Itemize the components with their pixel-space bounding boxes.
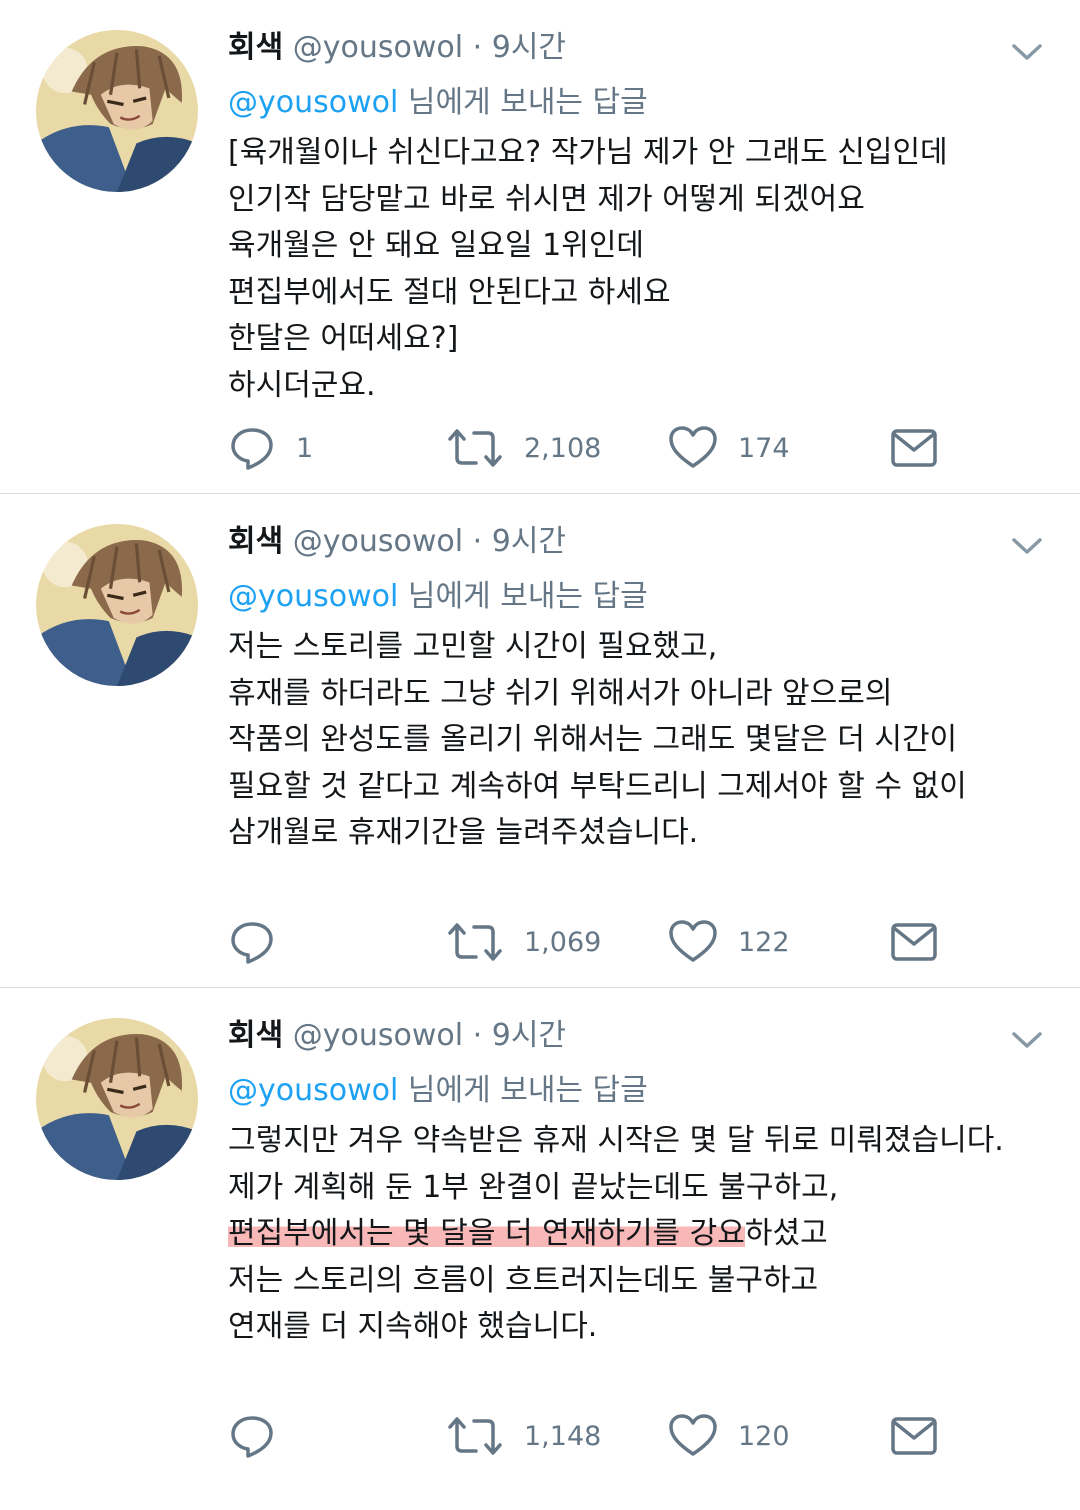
chevron-down-icon[interactable]	[1010, 1028, 1044, 1052]
tweet-text-line: 휴재를 하더라도 그냥 쉬기 위해서가 아니라 앞으로의	[228, 675, 893, 711]
reply-button[interactable]: 1	[228, 420, 313, 476]
reply-button[interactable]	[228, 914, 296, 970]
reply-context-text: 님에게 보내는 답글	[398, 1073, 648, 1108]
heart-icon	[669, 920, 717, 962]
tweet-text: [육개월이나 쉬신다고요? 작가님 제가 안 그래도 신입인데 인기작 담당맡고…	[228, 130, 948, 409]
display-name[interactable]: 회색	[228, 30, 283, 65]
reply-mention-link[interactable]: @yousowol	[228, 1073, 398, 1108]
tweet-header: 회색 @yousowol · 9시간	[228, 1016, 566, 1056]
envelope-icon	[891, 923, 937, 961]
reply-icon	[231, 428, 273, 470]
tweet[interactable]: 회색 @yousowol · 9시간 @yousowol 님에게 보내는 답글 …	[0, 494, 1080, 987]
tweet[interactable]: 회색 @yousowol · 9시간 @yousowol 님에게 보내는 답글 …	[0, 0, 1080, 493]
tweet-actions: 1,069 122	[228, 914, 948, 970]
user-handle[interactable]: @yousowol	[293, 30, 463, 65]
display-name[interactable]: 회색	[228, 1018, 283, 1053]
chevron-down-icon[interactable]	[1010, 534, 1044, 558]
user-handle[interactable]: @yousowol	[293, 1018, 463, 1053]
envelope-icon	[891, 429, 937, 467]
tweet-text: 그렇지만 겨우 약속받은 휴재 시작은 몇 달 뒤로 미뤄졌습니다. 제가 계획…	[228, 1118, 1004, 1351]
tweet-text-line: 저는 스토리의 흐름이 흐트러지는데도 불구하고	[228, 1262, 819, 1298]
separator-dot: ·	[472, 1018, 483, 1053]
retweet-button[interactable]: 1,148	[446, 1408, 601, 1464]
like-count: 174	[738, 432, 790, 464]
tweet-text-line: 그렇지만 겨우 약속받은 휴재 시작은 몇 달 뒤로 미뤄졌습니다.	[228, 1123, 1004, 1158]
avatar[interactable]	[36, 524, 198, 686]
tweet[interactable]: 회색 @yousowol · 9시간 @yousowol 님에게 보내는 답글 …	[0, 988, 1080, 1488]
tweet-text-line: 필요할 것 같다고 계속하여 부탁드리니 그제서야 할 수 없이	[228, 768, 967, 804]
retweet-count: 1,148	[524, 1420, 602, 1452]
reply-context: @yousowol 님에게 보내는 답글	[228, 82, 648, 124]
retweet-count: 1,069	[524, 926, 602, 958]
reply-count: 1	[296, 432, 314, 464]
tweet-text-line: 하시더군요.	[228, 367, 376, 403]
tweet-actions: 1 2,108 174	[228, 420, 948, 476]
retweet-icon	[448, 429, 502, 467]
tweet-text-line: 제가 계획해 둔 1부 완결이 끝났는데도 불구하고,	[228, 1169, 839, 1205]
separator-dot: ·	[472, 30, 483, 65]
reply-mention-link[interactable]: @yousowol	[228, 579, 398, 614]
tweet-text: 저는 스토리를 고민할 시간이 필요했고, 휴재를 하더라도 그냥 쉬기 위해서…	[228, 624, 967, 857]
retweet-icon	[448, 923, 502, 961]
heart-icon	[669, 1414, 717, 1456]
tweet-actions: 1,148 120	[228, 1408, 948, 1464]
reply-button[interactable]	[228, 1408, 296, 1464]
reply-context: @yousowol 님에게 보내는 답글	[228, 576, 648, 618]
tweet-text-line: 한달은 어떠세요?]	[228, 321, 459, 356]
avatar-image	[36, 30, 198, 192]
timestamp[interactable]: 9시간	[492, 524, 566, 559]
user-handle[interactable]: @yousowol	[293, 524, 463, 559]
timestamp[interactable]: 9시간	[492, 30, 566, 65]
like-count: 122	[738, 926, 790, 958]
like-button[interactable]: 120	[668, 1408, 790, 1464]
heart-icon	[669, 426, 717, 468]
avatar-image	[36, 1018, 198, 1180]
reply-context: @yousowol 님에게 보내는 답글	[228, 1070, 648, 1112]
reply-mention-link[interactable]: @yousowol	[228, 85, 398, 120]
avatar-image	[36, 524, 198, 686]
reply-context-text: 님에게 보내는 답글	[398, 85, 648, 120]
like-button[interactable]: 174	[668, 420, 790, 476]
like-button[interactable]: 122	[668, 914, 790, 970]
tweet-text-line: 인기작 담당맡고 바로 쉬시면 제가 어떻게 되겠어요	[228, 181, 865, 217]
tweet-text-line-highlighted: 편집부에서는 몇 달을 더 연재하기를 강요하셨고	[228, 1211, 1004, 1258]
tweet-text-line: 저는 스토리를 고민할 시간이 필요했고,	[228, 629, 718, 664]
reply-context-text: 님에게 보내는 답글	[398, 579, 648, 614]
tweet-header: 회색 @yousowol · 9시간	[228, 522, 566, 562]
avatar[interactable]	[36, 30, 198, 192]
display-name[interactable]: 회색	[228, 524, 283, 559]
direct-message-button[interactable]	[890, 420, 938, 476]
direct-message-button[interactable]	[890, 1408, 938, 1464]
tweet-text-line: 편집부에서도 절대 안된다고 하세요	[228, 274, 671, 310]
tweet-text-fragment: 하셨고	[744, 1216, 828, 1251]
reply-icon	[231, 1416, 273, 1458]
tweet-text-line: 작품의 완성도를 올리기 위해서는 그래도 몇달은 더 시간이	[228, 722, 958, 757]
retweet-icon	[448, 1417, 502, 1455]
retweet-button[interactable]: 2,108	[446, 420, 601, 476]
chevron-down-icon[interactable]	[1010, 40, 1044, 64]
tweet-header: 회색 @yousowol · 9시간	[228, 28, 566, 68]
retweet-count: 2,108	[524, 432, 602, 464]
avatar[interactable]	[36, 1018, 198, 1180]
separator-dot: ·	[472, 524, 483, 559]
envelope-icon	[891, 1417, 937, 1455]
tweet-text-line: [육개월이나 쉬신다고요? 작가님 제가 안 그래도 신입인데	[228, 135, 948, 170]
timestamp[interactable]: 9시간	[492, 1018, 566, 1053]
reply-icon	[231, 922, 273, 964]
tweet-text-line: 육개월은 안 돼요 일요일 1위인데	[228, 228, 645, 263]
like-count: 120	[738, 1420, 790, 1452]
highlighted-text: 편집부에서는 몇 달을 더 연재하기를 강요	[228, 1216, 745, 1251]
tweet-text-line: 삼개월로 휴재기간을 늘려주셨습니다.	[228, 815, 699, 850]
tweet-text-line: 연재를 더 지속해야 했습니다.	[228, 1309, 598, 1344]
retweet-button[interactable]: 1,069	[446, 914, 601, 970]
direct-message-button[interactable]	[890, 914, 938, 970]
